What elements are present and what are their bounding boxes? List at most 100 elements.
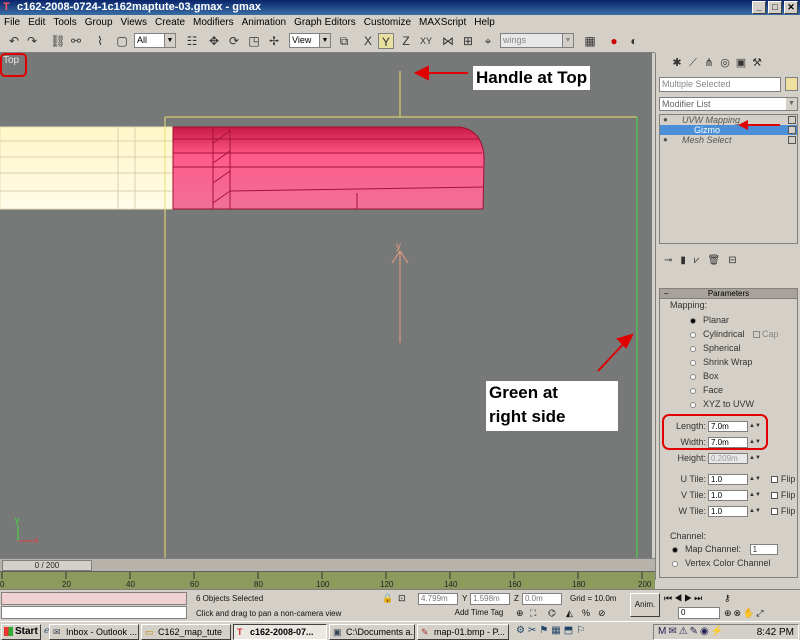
modifier-list-dropdown[interactable]: Modifier List ▼: [659, 97, 798, 111]
radio-cylindrical[interactable]: Cylindrical Cap: [690, 328, 779, 340]
show-end-result-icon[interactable]: ▮: [680, 255, 686, 271]
stack-checkbox[interactable]: [788, 136, 796, 144]
spinner-snap-icon[interactable]: ⊘: [598, 608, 606, 619]
menu-help[interactable]: Help: [470, 15, 499, 30]
key-mode-icon[interactable]: ⊕: [516, 608, 524, 619]
remove-modifier-icon[interactable]: 🗑: [708, 255, 721, 271]
task-gmax[interactable]: Tc162-2008-07...: [233, 624, 327, 640]
pin-stack-icon[interactable]: ⊸: [664, 255, 672, 271]
unlink-icon[interactable]: ⚯: [68, 33, 84, 49]
time-slider[interactable]: 0 / 200: [0, 558, 655, 571]
make-unique-icon[interactable]: ⩗: [694, 255, 700, 271]
restrict-xy-icon[interactable]: XY: [418, 33, 434, 49]
menu-views[interactable]: Views: [117, 15, 152, 30]
object-color-swatch[interactable]: [785, 77, 798, 91]
minimize-button[interactable]: _: [752, 1, 766, 14]
add-time-tag-button[interactable]: Add Time Tag: [448, 607, 510, 620]
menu-maxscript[interactable]: MAXScript: [415, 15, 470, 30]
menu-file[interactable]: File: [0, 15, 24, 30]
radio-face[interactable]: Face: [690, 384, 723, 396]
maximize-button[interactable]: □: [768, 1, 782, 14]
render-icon[interactable]: ●: [606, 33, 622, 49]
restrict-x-icon[interactable]: X: [360, 33, 376, 49]
cap-checkbox[interactable]: Cap: [753, 329, 779, 339]
snap-icon[interactable]: ⌖: [480, 33, 496, 49]
menu-edit[interactable]: Edit: [24, 15, 49, 30]
snaps-toggle-icon[interactable]: ⌬: [548, 608, 556, 619]
radio-vertex-color-channel[interactable]: Vertex Color Channel: [672, 557, 771, 569]
x-coordinate-field[interactable]: 4.799m: [418, 593, 458, 605]
spinner-arrows-icon[interactable]: ▲▼: [749, 505, 761, 518]
quick-render-icon[interactable]: ◐: [626, 33, 642, 49]
restrict-z-icon[interactable]: Z: [398, 33, 414, 49]
percent-snap-icon[interactable]: %: [582, 608, 590, 618]
lightbulb-icon[interactable]: ●: [663, 135, 668, 145]
menu-tools[interactable]: Tools: [49, 15, 80, 30]
modify-tab-icon[interactable]: ⟋: [686, 56, 700, 70]
current-frame-field[interactable]: 0: [678, 607, 720, 619]
select-region-icon[interactable]: ▢: [114, 33, 130, 49]
track-bar[interactable]: 0 20 40 60 80 100 120 140 160 180 200: [0, 571, 655, 589]
radio-spherical[interactable]: Spherical: [690, 342, 741, 354]
v-flip-checkbox[interactable]: Flip: [770, 489, 795, 502]
scale-icon[interactable]: ◳: [246, 33, 262, 49]
vtile-spinner[interactable]: 1.0: [708, 490, 748, 502]
undo-icon[interactable]: ↶: [6, 33, 22, 49]
menu-modifiers[interactable]: Modifiers: [189, 15, 238, 30]
wtile-spinner[interactable]: 1.0: [708, 506, 748, 518]
menu-customize[interactable]: Customize: [360, 15, 415, 30]
lock-selection-icon[interactable]: 🔒: [382, 593, 393, 604]
time-slider-thumb[interactable]: 0 / 200: [2, 560, 92, 571]
menu-create[interactable]: Create: [151, 15, 189, 30]
radio-planar[interactable]: Planar: [690, 314, 729, 326]
start-button[interactable]: Start: [1, 624, 41, 640]
radio-map-channel[interactable]: Map Channel: 1: [672, 543, 778, 556]
maxscript-listener-output[interactable]: [1, 606, 187, 619]
radio-xyz-to-uvw[interactable]: XYZ to UVW: [690, 398, 754, 410]
viewport-nav-icon[interactable]: ⊕⊗✋⤢: [724, 608, 766, 619]
maxscript-listener-input[interactable]: [1, 592, 187, 605]
link-icon[interactable]: ⛓: [50, 33, 66, 49]
utile-spinner[interactable]: 1.0: [708, 474, 748, 486]
lightbulb-icon[interactable]: ●: [663, 115, 668, 125]
close-button[interactable]: ✕: [784, 1, 798, 14]
move-icon[interactable]: ✥: [206, 33, 222, 49]
task-documents[interactable]: ▣ C:\Documents a...: [329, 624, 415, 640]
spinner-arrows-icon[interactable]: ▲▼: [749, 452, 761, 465]
menu-animation[interactable]: Animation: [238, 15, 290, 30]
quick-launch-icons[interactable]: ⚙✂⚑▦⬒⚐: [516, 625, 588, 636]
menu-group[interactable]: Group: [81, 15, 117, 30]
selection-filter-dropdown[interactable]: All ▼: [134, 33, 176, 48]
clock[interactable]: 8:42 PM: [757, 626, 794, 639]
motion-tab-icon[interactable]: ◎: [718, 56, 732, 70]
map-channel-spinner[interactable]: 1: [749, 544, 778, 556]
task-outlook[interactable]: ✉ Inbox - Outlook ...: [49, 624, 139, 640]
top-viewport[interactable]: Top y y x Handle at Top Green at right s…: [0, 53, 652, 558]
y-coordinate-field[interactable]: 1.598m: [470, 593, 510, 605]
object-name-field[interactable]: Multiple Selected: [659, 77, 781, 92]
absolute-mode-icon[interactable]: ⊡: [398, 593, 406, 604]
radio-shrink-wrap[interactable]: Shrink Wrap: [690, 356, 752, 368]
menu-graph-editors[interactable]: Graph Editors: [290, 15, 360, 30]
pivot-center-icon[interactable]: ⧉: [336, 33, 352, 49]
configure-sets-icon[interactable]: ⊟: [728, 255, 736, 271]
redo-icon[interactable]: ↷: [24, 33, 40, 49]
reference-coordinate-dropdown[interactable]: View ▼: [289, 33, 331, 48]
display-tab-icon[interactable]: ▣: [734, 56, 748, 70]
task-folder[interactable]: ▭ C162_map_tute: [141, 624, 231, 640]
tray-icons[interactable]: M✉⚠✎◉⚡: [658, 626, 725, 637]
playback-controls-icon[interactable]: ⏮◀▶⏭: [664, 593, 704, 604]
align-icon[interactable]: ⊞: [460, 33, 476, 49]
utilities-tab-icon[interactable]: ⚒: [750, 56, 764, 70]
height-spinner[interactable]: 0.209m: [708, 453, 748, 465]
w-flip-checkbox[interactable]: Flip: [770, 505, 795, 518]
parameters-rollout-header[interactable]: – Parameters: [660, 289, 797, 299]
radio-box[interactable]: Box: [690, 370, 719, 382]
angle-snap-icon[interactable]: ◭: [566, 608, 573, 619]
restrict-y-icon[interactable]: Y: [378, 33, 394, 49]
spinner-arrows-icon[interactable]: ▲▼: [749, 489, 761, 502]
animate-button[interactable]: Anim.: [630, 593, 660, 617]
z-coordinate-field[interactable]: 0.0m: [522, 593, 562, 605]
named-selection-dropdown[interactable]: wings ▼: [500, 33, 574, 48]
manipulate-icon[interactable]: ✢: [266, 33, 282, 49]
